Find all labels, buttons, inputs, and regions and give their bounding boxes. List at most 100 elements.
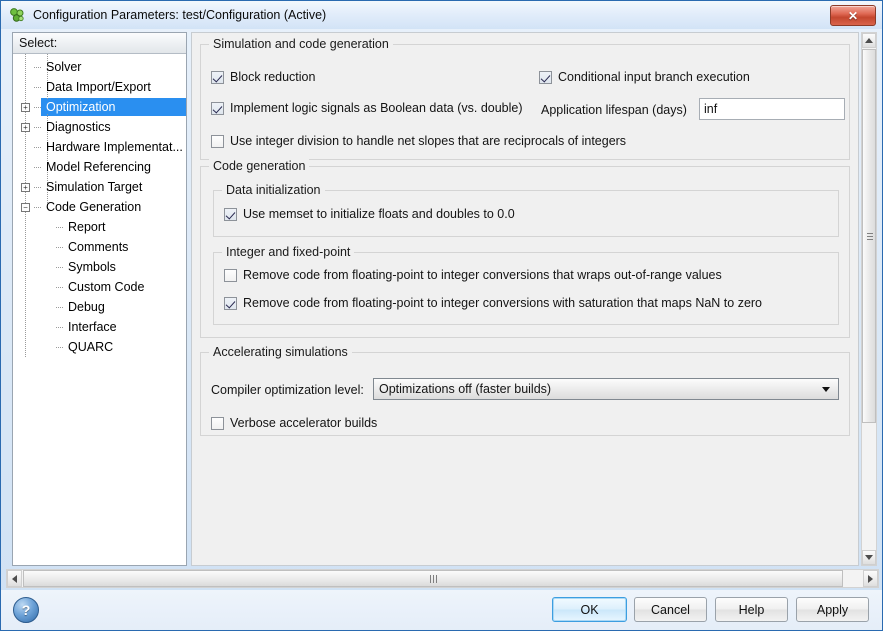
implement-logic-signals-label: Implement logic signals as Boolean data … [230,101,523,115]
tree-branch-line-icon [34,207,42,208]
close-icon[interactable]: ✕ [830,5,876,26]
use-memset-checkbox[interactable] [224,208,237,221]
conditional-input-branch-execution-checkbox[interactable] [539,71,552,84]
tree-item-label: Hardware Implementat... [44,140,185,154]
tree-item-label: Comments [66,240,130,254]
remove-nan-to-zero-label: Remove code from floating-point to integ… [243,296,762,310]
block-reduction-checkbox[interactable] [211,71,224,84]
tree-item-report[interactable]: Report [13,217,186,237]
tree-expand-icon[interactable]: + [21,103,30,112]
tree-item-comments[interactable]: Comments [13,237,186,257]
tree-item-data-import-export[interactable]: Data Import/Export [13,77,186,97]
checkbox-row-remove-wraps-out-of-range[interactable]: Remove code from floating-point to integ… [224,268,722,282]
tree-toggle-spacer [43,263,52,272]
help-question-icon[interactable]: ? [13,597,39,623]
tree-branch-line-icon [34,127,42,128]
remove-nan-to-zero-checkbox[interactable] [224,297,237,310]
compiler-optimization-level-label: Compiler optimization level: [211,383,364,397]
scrollbar-grip-icon [867,233,873,240]
tree-collapse-icon[interactable]: − [21,203,30,212]
tree-item-debug[interactable]: Debug [13,297,186,317]
implement-logic-signals-checkbox[interactable] [211,102,224,115]
horizontal-scrollbar[interactable] [6,569,879,588]
tree-branch-line-icon [56,307,64,308]
conditional-input-branch-execution-label: Conditional input branch execution [558,70,750,84]
tree-item-solver[interactable]: Solver [13,57,186,77]
tree-item-label: Optimization [44,100,117,114]
tree-branch-line-icon [34,147,42,148]
tree-toggle-spacer [21,63,30,72]
checkbox-row-remove-nan-to-zero[interactable]: Remove code from floating-point to integ… [224,296,762,310]
checkbox-row-use-integer-division[interactable]: Use integer division to handle net slope… [211,134,626,148]
tree-item-model-referencing[interactable]: Model Referencing [13,157,186,177]
window-title: Configuration Parameters: test/Configura… [33,8,326,22]
group-legend-accelerating-simulations: Accelerating simulations [209,345,352,359]
block-reduction-label: Block reduction [230,70,315,84]
group-simulation-and-code-generation: Simulation and code generation Block red… [200,44,850,160]
triangle-right-icon [868,575,873,583]
tree-item-code-generation[interactable]: − Code Generation [13,197,186,217]
select-tree-items: SolverData Import/Export + Optimization +Di… [13,54,186,357]
title-bar: Configuration Parameters: test/Configura… [1,1,883,29]
tree-item-label: Code Generation [44,200,143,214]
checkbox-row-conditional-input-branch-execution[interactable]: Conditional input branch execution [539,70,750,84]
scroll-down-button[interactable] [862,550,876,565]
configuration-parameters-dialog: Configuration Parameters: test/Configura… [0,0,883,631]
tree-item-simulation-target[interactable]: +Simulation Target [13,177,186,197]
tree-toggle-spacer [21,83,30,92]
verbose-accelerator-builds-checkbox[interactable] [211,417,224,430]
simulink-icon [8,6,26,24]
tree-branch-line-icon [56,267,64,268]
checkbox-row-verbose-accelerator-builds[interactable]: Verbose accelerator builds [211,416,377,430]
verbose-accelerator-builds-label: Verbose accelerator builds [230,416,377,430]
tree-item-symbols[interactable]: Symbols [13,257,186,277]
group-legend-code-generation: Code generation [209,159,309,173]
tree-toggle-spacer [43,223,52,232]
tree-branch-line-icon [34,167,42,168]
ok-button[interactable]: OK [552,597,627,622]
horizontal-scrollbar-thumb[interactable] [23,570,843,587]
tree-item-diagnostics[interactable]: +Diagnostics [13,117,186,137]
scroll-up-button[interactable] [862,33,876,48]
application-lifespan-input[interactable] [699,98,845,120]
use-memset-label: Use memset to initialize floats and doub… [243,207,515,221]
compiler-optimization-level-value: Optimizations off (faster builds) [379,382,551,396]
vertical-scrollbar-thumb[interactable] [862,49,876,423]
tree-expand-icon[interactable]: + [21,123,30,132]
tree-branch-line-icon [34,187,42,188]
help-button[interactable]: Help [715,597,788,622]
tree-item-hardware-implementat[interactable]: Hardware Implementat... [13,137,186,157]
checkbox-row-use-memset[interactable]: Use memset to initialize floats and doub… [224,207,515,221]
tree-item-label: Debug [66,300,107,314]
tree-item-quarc[interactable]: QUARC [13,337,186,357]
dialog-footer: ? OK Cancel Help Apply [1,590,883,631]
tree-item-custom-code[interactable]: Custom Code [13,277,186,297]
vertical-scrollbar[interactable] [861,32,877,566]
tree-toggle-spacer [21,143,30,152]
chevron-down-icon [822,387,830,392]
scroll-left-button[interactable] [7,570,22,587]
group-data-initialization: Data initialization Use memset to initia… [213,190,839,237]
triangle-down-icon [865,555,873,560]
group-legend-simulation-and-code-generation: Simulation and code generation [209,37,393,51]
tree-branch-line-icon [56,227,64,228]
apply-button[interactable]: Apply [796,597,869,622]
compiler-optimization-level-select[interactable]: Optimizations off (faster builds) [373,378,839,400]
tree-item-interface[interactable]: Interface [13,317,186,337]
checkbox-row-implement-logic-signals[interactable]: Implement logic signals as Boolean data … [211,101,523,115]
tree-item-optimization[interactable]: + Optimization [13,97,186,117]
tree-item-label: Report [66,220,108,234]
tree-toggle-spacer [43,323,52,332]
use-integer-division-checkbox[interactable] [211,135,224,148]
triangle-up-icon [865,38,873,43]
remove-wraps-out-of-range-checkbox[interactable] [224,269,237,282]
checkbox-row-block-reduction[interactable]: Block reduction [211,70,315,84]
tree-expand-icon[interactable]: + [21,183,30,192]
tree-item-label: Symbols [66,260,118,274]
cancel-button[interactable]: Cancel [634,597,707,622]
tree-branch-line-icon [34,107,42,108]
tree-branch-line-icon [56,287,64,288]
group-integer-and-fixed-point: Integer and fixed-point Remove code from… [213,252,839,325]
group-code-generation: Code generation Data initialization Use … [200,166,850,338]
scroll-right-button[interactable] [863,570,878,587]
